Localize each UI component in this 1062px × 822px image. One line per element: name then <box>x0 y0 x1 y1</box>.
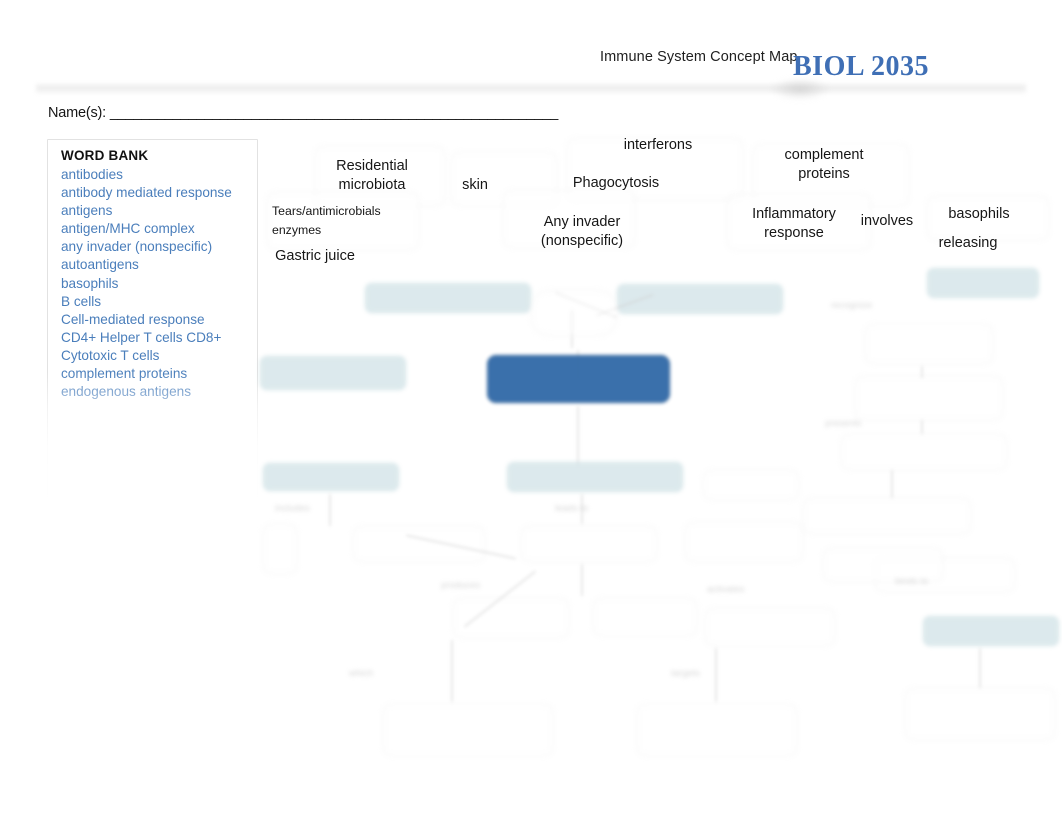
word-bank-item: antigens <box>61 203 113 219</box>
word-bank-item: Cytotoxic T cells <box>61 347 160 363</box>
map-node <box>803 498 971 534</box>
map-edge-label: includes <box>275 503 310 514</box>
map-node <box>353 526 485 562</box>
word-bank-title: WORD BANK <box>61 148 149 163</box>
concept-map-label: Phagocytosis <box>572 175 660 191</box>
word-bank-item: complement proteins <box>61 366 188 382</box>
map-node <box>637 704 797 756</box>
map-connector <box>577 406 579 466</box>
map-connector <box>581 564 583 596</box>
map-edge-label: presents <box>825 418 862 429</box>
name-field-line: Name(s): _______________________________… <box>48 105 559 121</box>
map-node <box>593 598 697 636</box>
map-node <box>705 608 835 646</box>
map-node <box>521 526 657 562</box>
word-bank-item: B cells <box>61 293 102 309</box>
word-bank-item: CD4+ Helper T cells CD8+ <box>61 329 222 345</box>
map-edge-label: binds to <box>895 576 929 587</box>
page-header: Immune System Concept Map BIOL 2035 <box>0 0 1062 100</box>
map-node <box>855 376 1003 420</box>
concept-map-label: skin <box>462 177 488 193</box>
word-bank-item: antigen/MHC complex <box>61 221 195 237</box>
concept-map-label: releasing <box>938 235 998 251</box>
header-smudge <box>770 78 830 100</box>
map-node-teal <box>927 268 1039 298</box>
word-bank-item: endogenous antigens <box>61 384 192 400</box>
map-connector <box>329 494 331 526</box>
concept-map-label: involves <box>860 213 914 229</box>
map-node <box>841 434 1007 470</box>
map-edge-label: leads to <box>555 503 589 514</box>
concept-map-label: Residential microbiota <box>336 158 408 193</box>
map-edge-label: produces <box>441 580 481 591</box>
word-bank-item: autoantigens <box>61 257 139 273</box>
map-connector <box>921 366 923 378</box>
map-node-teal <box>365 283 531 313</box>
concept-map-label: complement proteins <box>784 147 864 182</box>
concept-map-label: Inflammatory response <box>752 206 836 241</box>
map-edge-label: activates <box>707 584 745 595</box>
map-node-teal <box>923 616 1059 646</box>
map-node-primary <box>487 355 670 403</box>
map-node <box>383 704 553 756</box>
header-divider-band <box>36 84 1026 93</box>
map-edge-label: recognize <box>831 300 873 311</box>
concept-map-label: Any invader (nonspecific) <box>540 214 624 249</box>
map-connector <box>891 470 893 498</box>
concept-map-label: Tears/antimicrobials enzymes <box>272 204 381 237</box>
map-node-teal <box>260 356 406 390</box>
concept-map-label: Gastric juice <box>275 248 355 264</box>
map-node <box>703 470 799 500</box>
word-bank-item: Cell-mediated response <box>61 311 205 327</box>
map-edge-label: which <box>349 668 374 679</box>
map-connector <box>451 640 453 702</box>
map-connector <box>581 494 583 524</box>
concept-map-label: interferons <box>623 137 693 153</box>
map-connector <box>921 420 923 434</box>
word-bank-item: basophils <box>61 275 119 291</box>
map-connector <box>979 648 981 688</box>
map-edge-label: targets <box>671 668 701 679</box>
map-node <box>905 688 1055 740</box>
map-node <box>865 324 993 364</box>
document-subtitle: Immune System Concept Map <box>600 49 798 65</box>
map-node-teal <box>507 462 683 492</box>
map-node <box>263 524 297 574</box>
map-node <box>685 522 803 562</box>
concept-map-label: basophils <box>948 206 1010 222</box>
map-node-teal <box>263 463 399 491</box>
map-connector <box>715 648 717 702</box>
word-bank-item: antibody mediated response <box>61 185 232 201</box>
word-bank-item: antibodies <box>61 167 123 182</box>
word-bank-item: any invader (nonspecific) <box>61 239 213 255</box>
word-bank-list: antibodies antibody mediated response anti… <box>61 166 261 401</box>
map-node <box>453 598 569 638</box>
map-node <box>531 290 617 336</box>
